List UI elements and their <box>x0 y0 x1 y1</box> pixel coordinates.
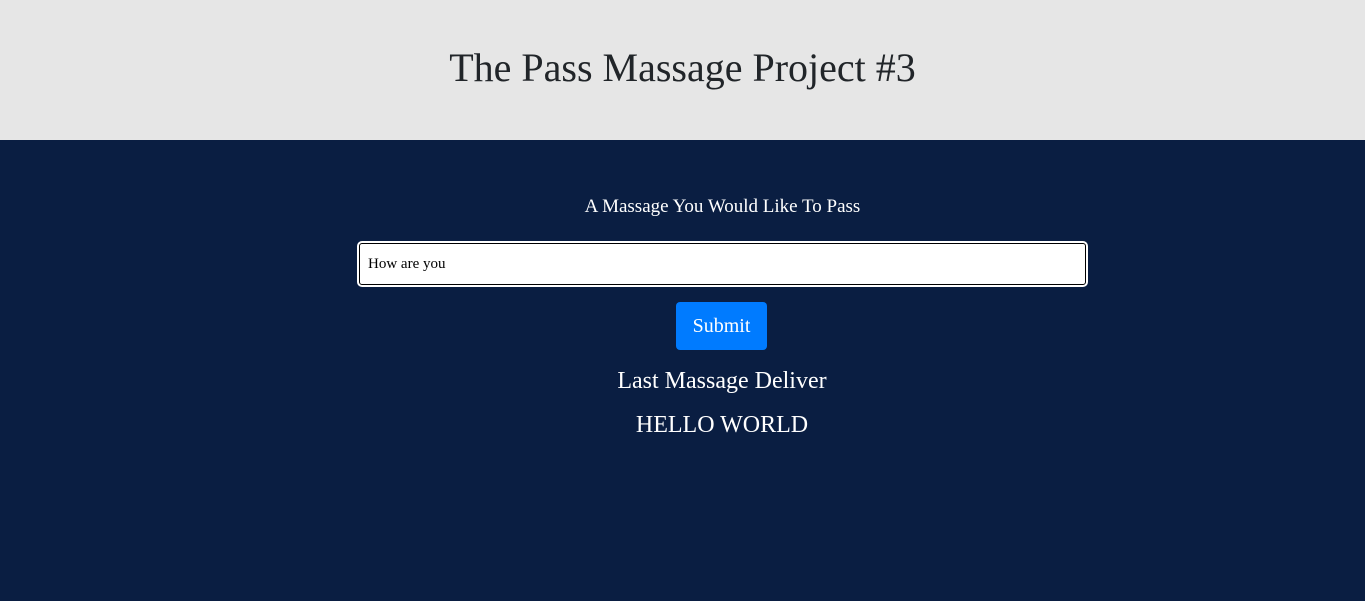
submit-button[interactable]: Submit <box>676 302 767 350</box>
page-header: The Pass Massage Project #3 <box>0 0 1365 140</box>
last-message-text: HELLO WORLD <box>635 412 809 438</box>
main-section: A Massage You Would Like To Pass Submit … <box>0 140 1365 601</box>
page-title: The Pass Massage Project #3 <box>449 45 916 90</box>
last-message-heading: Last Massage Deliver <box>617 368 827 394</box>
message-label: A Massage You Would Like To Pass <box>584 196 861 217</box>
message-input[interactable] <box>357 241 1088 287</box>
